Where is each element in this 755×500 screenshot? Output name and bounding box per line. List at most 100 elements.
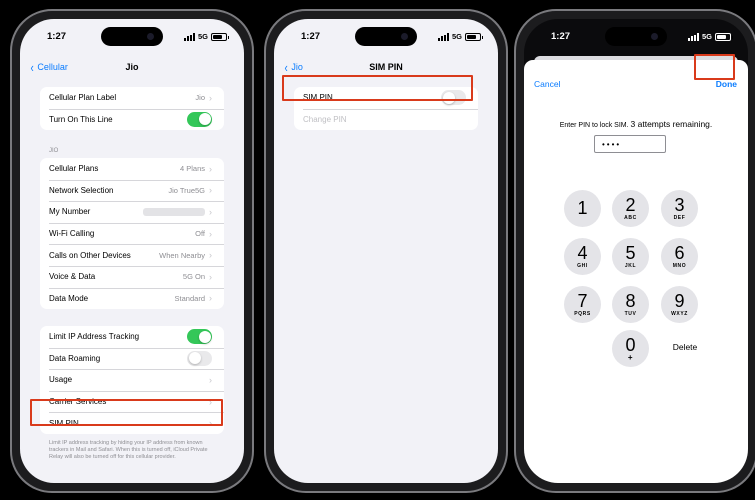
key-4[interactable]: 4 GHI	[564, 238, 601, 275]
row-label: Cellular Plans	[49, 164, 99, 174]
redacted-number	[143, 207, 205, 216]
status-time: 1:27	[551, 31, 571, 42]
delete-button[interactable]: Delete	[665, 342, 705, 352]
key-letters: DEF	[673, 215, 686, 221]
key-3[interactable]: 3 DEF	[661, 190, 698, 227]
chevron-right-icon: ›	[209, 293, 212, 304]
key-1[interactable]: 1	[564, 190, 601, 227]
key-7[interactable]: 7 PQRS	[564, 286, 601, 323]
key-digit: 9	[674, 291, 685, 311]
highlight-sim-pin-toggle	[282, 75, 473, 101]
chevron-right-icon: ›	[209, 250, 212, 261]
signal-icon	[437, 32, 449, 41]
row-cellular-plan-label[interactable]: Cellular Plan Label Jio ›	[40, 87, 224, 109]
row-value: Off	[195, 229, 205, 239]
row-data-roaming: Data Roaming	[40, 347, 224, 370]
highlight-done-button	[694, 54, 735, 80]
key-6[interactable]: 6 MNO	[661, 238, 698, 275]
key-5[interactable]: 5 JKL	[612, 238, 649, 275]
row-label: Data Mode	[49, 293, 89, 303]
footnote: Limit IP address tracking by hiding your…	[49, 440, 208, 460]
row-value: Jio True5G	[168, 185, 205, 195]
pin-entry-sheet: Cancel Done Enter PIN to lock SIM. 3 att…	[524, 60, 748, 483]
key-2[interactable]: 2 ABC	[612, 190, 649, 227]
row-limit-ip-tracking: Limit IP Address Tracking	[40, 326, 224, 348]
key-letters: JKL	[624, 263, 637, 269]
pin-prompt: Enter PIN to lock SIM. 3 attempts remain…	[524, 119, 748, 129]
phone-pin-entry: 1:27 5G Cancel Done Enter PIN to lock SI…	[514, 9, 755, 493]
status-bar: 1:27 5G	[20, 31, 244, 45]
row-cellular-plans[interactable]: Cellular Plans 4 Plans ›	[40, 158, 224, 180]
row-label: Usage	[49, 375, 73, 385]
prompt-text: Enter PIN to lock SIM.	[559, 122, 629, 129]
row-usage[interactable]: Usage ›	[40, 369, 224, 391]
status-bar: 1:27 5G	[274, 31, 498, 45]
status-time: 1:27	[47, 31, 67, 42]
key-digit: 4	[577, 243, 588, 263]
battery-icon	[465, 32, 483, 41]
key-digit: 0	[625, 334, 636, 355]
highlight-sim-pin-row	[30, 399, 223, 426]
row-calls-other-devices[interactable]: Calls on Other Devices When Nearby ›	[40, 244, 224, 266]
row-data-mode[interactable]: Data Mode Standard ›	[40, 287, 224, 310]
row-label: My Number	[49, 207, 91, 217]
section-header: JIO	[49, 148, 59, 154]
chevron-right-icon: ›	[209, 185, 212, 196]
key-digit: 6	[674, 243, 685, 263]
status-time: 1:27	[301, 31, 321, 42]
key-0[interactable]: 0 +	[612, 330, 649, 367]
key-digit: 5	[625, 243, 636, 263]
carrier-group: Cellular Plans 4 Plans › Network Selection…	[40, 158, 224, 310]
key-8[interactable]: 8 TUV	[612, 286, 649, 323]
chevron-right-icon: ›	[209, 228, 212, 239]
row-value: 5G On	[182, 272, 205, 282]
row-label: Cellular Plan Label	[49, 93, 117, 103]
row-value: Standard	[174, 293, 205, 303]
key-letters: +	[627, 352, 634, 362]
limit-ip-toggle[interactable]	[187, 329, 212, 345]
row-change-pin[interactable]: Change PIN	[294, 108, 478, 131]
row-label: Calls on Other Devices	[49, 250, 131, 260]
key-letters: PQRS	[574, 311, 591, 317]
row-label: Network Selection	[49, 185, 114, 195]
battery-icon	[211, 32, 229, 41]
row-label: Voice & Data	[49, 272, 96, 282]
row-wifi-calling[interactable]: Wi-Fi Calling Off ›	[40, 222, 224, 245]
row-label: Data Roaming	[49, 353, 101, 363]
network-type: 5G	[701, 32, 712, 41]
row-label: Wi-Fi Calling	[49, 229, 95, 239]
network-type: 5G	[451, 32, 462, 41]
attempts-text: 3 attempts remaining.	[630, 119, 713, 129]
data-roaming-toggle[interactable]	[187, 350, 212, 366]
row-label: Turn On This Line	[49, 114, 113, 124]
chevron-right-icon: ›	[209, 163, 212, 174]
row-label: Limit IP Address Tracking	[49, 332, 140, 342]
row-my-number[interactable]: My Number ›	[40, 201, 224, 223]
row-value: When Nearby	[159, 250, 205, 260]
battery-icon	[715, 32, 733, 41]
cancel-button[interactable]: Cancel	[534, 79, 560, 89]
turn-on-line-toggle[interactable]	[187, 111, 212, 127]
key-letters: WXYZ	[671, 311, 688, 317]
signal-icon	[687, 32, 699, 41]
row-value: 4 Plans	[179, 164, 205, 174]
key-9[interactable]: 9 WXYZ	[661, 286, 698, 323]
key-digit: 1	[577, 198, 588, 218]
key-digit: 8	[625, 291, 636, 311]
network-type: 5G	[197, 32, 208, 41]
done-button[interactable]: Done	[716, 79, 737, 89]
row-turn-on-this-line: Turn On This Line	[40, 108, 224, 131]
key-digit: 7	[577, 291, 588, 311]
key-digit: 3	[674, 195, 685, 215]
key-letters: TUV	[624, 311, 637, 317]
row-voice-data[interactable]: Voice & Data 5G On ›	[40, 265, 224, 288]
row-label: Change PIN	[303, 114, 347, 124]
pin-input[interactable]: ••••	[594, 135, 666, 153]
status-bar: 1:27 5G	[524, 31, 748, 45]
key-letters: GHI	[577, 263, 588, 269]
key-letters: ABC	[624, 215, 637, 221]
chevron-right-icon: ›	[209, 92, 212, 103]
chevron-right-icon: ›	[209, 271, 212, 282]
row-network-selection[interactable]: Network Selection Jio True5G ›	[40, 179, 224, 202]
line-group: Cellular Plan Label Jio › Turn On This Li…	[40, 87, 224, 131]
